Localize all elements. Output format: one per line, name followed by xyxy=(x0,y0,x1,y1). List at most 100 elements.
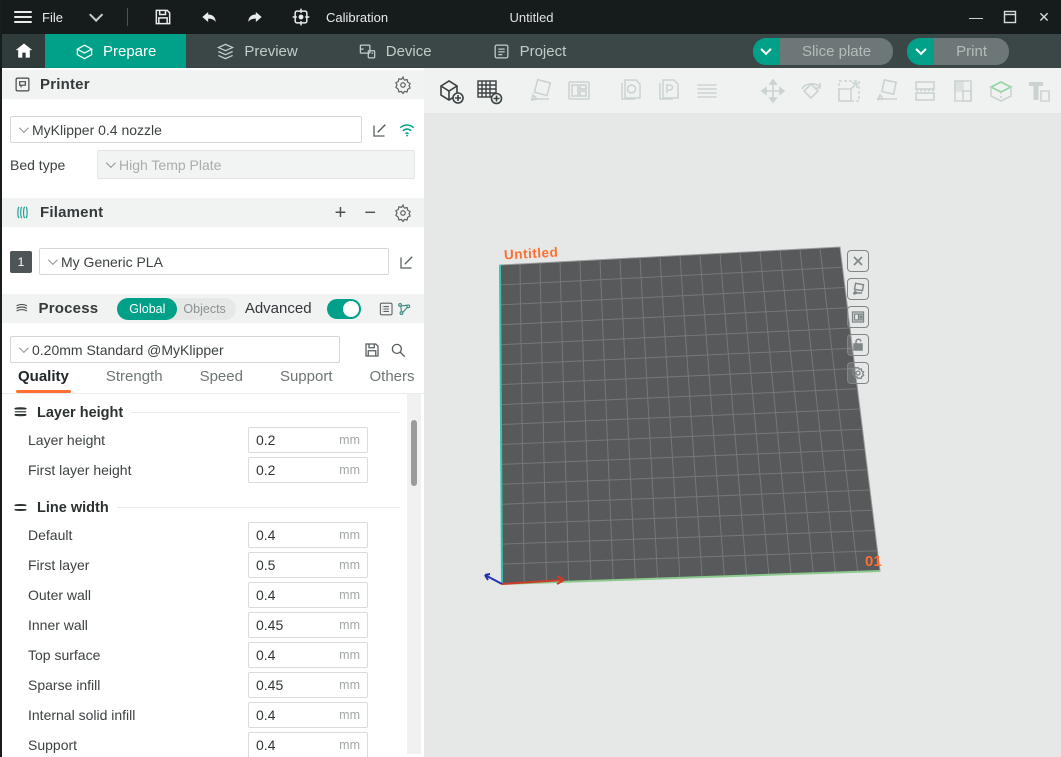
add-object-button[interactable] xyxy=(437,77,465,105)
edit-filament-preset-icon[interactable] xyxy=(398,253,416,271)
window-close-button[interactable]: ✕ xyxy=(1027,0,1061,34)
plate-gear-button[interactable] xyxy=(847,362,869,384)
save-icon[interactable] xyxy=(153,7,173,27)
tab-quality[interactable]: Quality xyxy=(18,368,69,393)
split-button[interactable] xyxy=(911,77,939,105)
add-filament-button[interactable]: + xyxy=(335,203,347,223)
printer-icon xyxy=(14,76,31,93)
support-line-width-input[interactable]: 0.4 mm xyxy=(248,732,368,757)
param-unit: mm xyxy=(339,678,360,692)
plate-settings-button[interactable] xyxy=(847,306,869,328)
tab-prepare[interactable]: Prepare xyxy=(45,34,186,68)
tab-strength[interactable]: Strength xyxy=(106,368,163,393)
compare-presets-icon[interactable] xyxy=(396,300,412,318)
filament-icon xyxy=(14,204,31,221)
advanced-toggle[interactable] xyxy=(327,299,362,319)
tab-preview[interactable]: Preview xyxy=(186,34,327,68)
filament-slot-badge[interactable]: 1 xyxy=(10,251,32,273)
print-button[interactable]: Print xyxy=(934,38,1009,65)
tab-project[interactable]: Project xyxy=(462,34,597,68)
prepare-icon xyxy=(75,42,94,61)
plate-number-label: 01 xyxy=(865,553,882,570)
line-width-group-header: Line width xyxy=(2,485,424,520)
fill-color-button[interactable] xyxy=(949,77,977,105)
arrange-plate-icon xyxy=(851,282,865,296)
arrange-button[interactable] xyxy=(565,77,593,105)
internal-solid-infill-line-width-input[interactable]: 0.4 mm xyxy=(248,702,368,728)
process-preset-select[interactable]: 0.20mm Standard @MyKlipper xyxy=(10,336,340,363)
arrange-plate-button[interactable] xyxy=(847,278,869,300)
tab-support[interactable]: Support xyxy=(280,368,333,393)
bed-type-label: Bed type xyxy=(10,157,97,173)
printer-preset-select[interactable]: MyKlipper 0.4 nozzle xyxy=(10,116,362,143)
top-surface-line-width-input[interactable]: 0.4 mm xyxy=(248,642,368,668)
import-parameters-button[interactable] xyxy=(655,77,683,105)
print-dropdown-button[interactable] xyxy=(907,38,934,65)
param-row: Internal solid infill 0.4 mm xyxy=(2,700,424,730)
wifi-connection-icon[interactable] xyxy=(398,121,416,139)
scope-global-option[interactable]: Global xyxy=(117,298,177,320)
file-menu[interactable]: File xyxy=(42,10,63,25)
window-minimize-button[interactable]: — xyxy=(959,0,993,34)
tab-others[interactable]: Others xyxy=(370,368,415,393)
process-section-title: Process xyxy=(39,300,99,317)
gear-icon xyxy=(851,366,865,380)
filament-settings-gear-icon[interactable] xyxy=(394,204,412,222)
add-plate-button[interactable] xyxy=(475,77,503,105)
lay-on-face-button[interactable] xyxy=(873,77,901,105)
home-button[interactable] xyxy=(2,34,45,68)
parameter-list-icon[interactable] xyxy=(378,300,394,318)
tab-speed[interactable]: Speed xyxy=(200,368,243,393)
chevron-down-icon xyxy=(915,44,926,55)
edit-printer-preset-icon[interactable] xyxy=(371,121,389,139)
quality-parameters-panel: Layer height Layer height 0.2 mm First l… xyxy=(2,394,424,754)
chevron-down-icon[interactable] xyxy=(89,8,103,22)
inner-wall-line-width-input[interactable]: 0.45 mm xyxy=(248,612,368,638)
cut-button[interactable] xyxy=(987,77,1015,105)
delete-plate-button[interactable] xyxy=(847,250,869,272)
sparse-infill-line-width-input[interactable]: 0.45 mm xyxy=(248,672,368,698)
first-layer-line-width-input[interactable]: 0.5 mm xyxy=(248,552,368,578)
bed-type-select[interactable]: High Temp Plate xyxy=(97,150,415,179)
window-maximize-button[interactable] xyxy=(993,0,1027,34)
param-value: 0.4 xyxy=(256,587,339,603)
process-scope-toggle[interactable]: Global Objects xyxy=(117,298,236,320)
remove-filament-button[interactable]: − xyxy=(364,203,376,223)
params-scrollbar-thumb[interactable] xyxy=(411,420,417,486)
lock-plate-button[interactable] xyxy=(847,334,869,356)
params-scrollbar-track[interactable] xyxy=(407,394,421,754)
calibration-label[interactable]: Calibration xyxy=(326,10,388,25)
tab-device[interactable]: Device xyxy=(328,34,462,68)
viewport-3d[interactable]: Untitled 01 xyxy=(424,68,1061,757)
slice-plate-button[interactable]: Slice plate xyxy=(780,38,893,65)
scope-objects-option[interactable]: Objects xyxy=(177,302,235,316)
param-row: Outer wall 0.4 mm xyxy=(2,580,424,610)
param-value: 0.45 xyxy=(256,677,339,693)
assembly-view-button[interactable] xyxy=(693,77,721,105)
save-preset-icon[interactable] xyxy=(363,341,381,359)
move-button[interactable] xyxy=(759,77,787,105)
param-row: Sparse infill 0.45 mm xyxy=(2,670,424,700)
scale-button[interactable] xyxy=(835,77,863,105)
search-icon[interactable] xyxy=(389,341,407,359)
import-geometry-button[interactable] xyxy=(617,77,645,105)
printer-settings-gear-icon[interactable] xyxy=(394,76,412,94)
default-line-width-input[interactable]: 0.4 mm xyxy=(248,522,368,548)
printer-section-title: Printer xyxy=(40,76,90,93)
param-value: 0.5 xyxy=(256,557,339,573)
first-layer-height-input[interactable]: 0.2 mm xyxy=(248,457,368,483)
filament-preset-select[interactable]: My Generic PLA xyxy=(39,248,389,275)
layer-height-input[interactable]: 0.2 mm xyxy=(248,427,368,453)
line-width-icon xyxy=(12,499,29,516)
rotate-button[interactable] xyxy=(797,77,825,105)
outer-wall-line-width-input[interactable]: 0.4 mm xyxy=(248,582,368,608)
text-tool-button[interactable] xyxy=(1025,77,1053,105)
auto-orient-button[interactable] xyxy=(527,77,555,105)
calibration-icon[interactable] xyxy=(291,7,311,27)
slice-plate-dropdown-button[interactable] xyxy=(753,38,780,65)
undo-icon[interactable] xyxy=(199,7,219,27)
redo-icon[interactable] xyxy=(245,7,265,27)
hamburger-menu-icon[interactable] xyxy=(14,11,32,23)
param-unit: mm xyxy=(339,618,360,632)
build-plate[interactable] xyxy=(424,113,1061,757)
